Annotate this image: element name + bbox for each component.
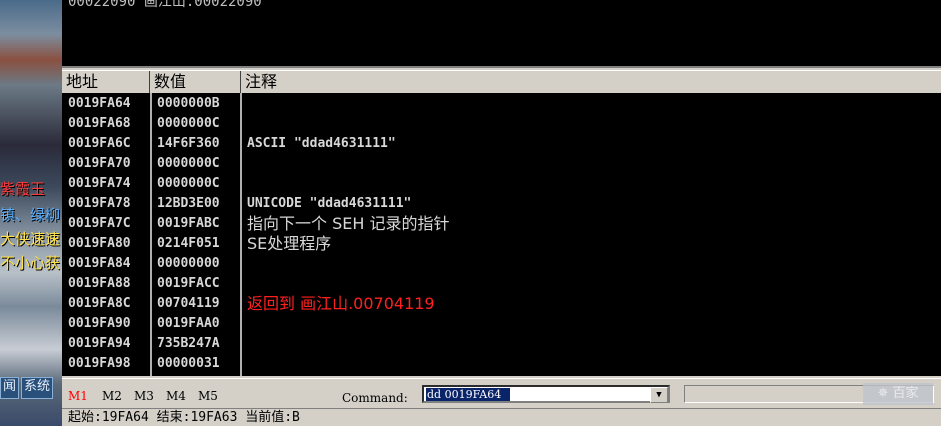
- stack-value: 00704119: [157, 296, 220, 311]
- stack-row[interactable]: 0019FA68 0000000C: [62, 114, 941, 134]
- stack-scrollbar[interactable]: [929, 93, 941, 376]
- stack-comment-return: 返回到 画江山.00704119: [247, 294, 435, 313]
- stack-comment: SE处理程序: [247, 234, 332, 253]
- stack-address: 0019FA80: [68, 236, 131, 251]
- info-pane: 00022090 画江山.00022090: [62, 0, 941, 68]
- command-bar: M1 M2 M3 M4 M5 Command: ▼ ✵ 百家: [62, 378, 941, 409]
- stack-row[interactable]: 0019FA6C 14F6F360 ASCII "ddad4631111": [62, 134, 941, 154]
- stack-address: 0019FA74: [68, 176, 131, 191]
- brand-logo: ✵ 百家: [863, 383, 933, 405]
- stack-address: 0019FA70: [68, 156, 131, 171]
- stack-row[interactable]: 0019FA78 12BD3E00 UNICODE "ddad4631111": [62, 194, 941, 214]
- stack-row[interactable]: 0019FA8C 00704119 返回到 画江山.00704119: [62, 294, 941, 314]
- stack-value: 0000000B: [157, 96, 220, 111]
- stack-value: 00000031: [157, 356, 220, 371]
- game-window-strip: 紫霞玉 镇、绿柳 大侠速速 不小心获 闻 系统: [0, 0, 62, 426]
- stack-value: 00000000: [157, 256, 220, 271]
- command-combobox[interactable]: [422, 385, 670, 403]
- stack-value: 0019FAA0: [157, 316, 220, 331]
- chevron-down-icon[interactable]: ▼: [650, 387, 668, 403]
- stack-value: 0000000C: [157, 116, 220, 131]
- game-tab-news[interactable]: 闻: [0, 377, 20, 399]
- stack-row[interactable]: 0019FA84 00000000: [62, 254, 941, 274]
- status-bar: 起始:19FA64 结束:19FA63 当前值:B: [62, 408, 941, 426]
- stack-row[interactable]: 0019FA90 0019FAA0: [62, 314, 941, 334]
- stack-address: 0019FA90: [68, 316, 131, 331]
- stack-row[interactable]: 0019FA80 0214F051 SE处理程序: [62, 234, 941, 254]
- marker-m2-button[interactable]: M2: [102, 389, 122, 403]
- stack-row[interactable]: 0019FA70 0000000C: [62, 154, 941, 174]
- stack-comment: UNICODE "ddad4631111": [247, 196, 412, 211]
- stack-row[interactable]: 0019FA7C 0019FABC 指向下一个 SEH 记录的指针: [62, 214, 941, 234]
- stack-address: 0019FA68: [68, 116, 131, 131]
- stack-address: 0019FA94: [68, 336, 131, 351]
- info-pane-text: 00022090 画江山.00022090: [68, 0, 262, 10]
- stack-value: 0214F051: [157, 236, 220, 251]
- game-chat-line: 不小心获: [0, 254, 61, 272]
- stack-comment: 指向下一个 SEH 记录的指针: [247, 214, 450, 233]
- marker-m3-button[interactable]: M3: [134, 389, 154, 403]
- stack-value: 0019FACC: [157, 276, 220, 291]
- game-tabs: 闻 系统: [0, 377, 54, 399]
- stack-value: 12BD3E00: [157, 196, 220, 211]
- stack-value: 0000000C: [157, 176, 220, 191]
- stack-row[interactable]: 0019FA94 735B247A: [62, 334, 941, 354]
- stack-row[interactable]: 0019FA88 0019FACC: [62, 274, 941, 294]
- game-chat-line: 紫霞玉: [0, 180, 46, 198]
- stack-row[interactable]: 0019FA74 0000000C: [62, 174, 941, 194]
- column-header-value[interactable]: 数值: [150, 71, 241, 93]
- stack-value: 0019FABC: [157, 216, 220, 231]
- column-header-comment[interactable]: 注释: [241, 71, 941, 93]
- stack-address: 0019FA84: [68, 256, 131, 271]
- game-tab-system[interactable]: 系统: [21, 377, 54, 399]
- command-input[interactable]: [426, 388, 510, 401]
- column-header-address[interactable]: 地址: [62, 71, 150, 93]
- stack-value: 735B247A: [157, 336, 220, 351]
- stack-header: 地址 数值 注释: [62, 70, 941, 94]
- game-chat-line: 大侠速速: [0, 230, 61, 248]
- marker-m4-button[interactable]: M4: [166, 389, 186, 403]
- command-label: Command:: [342, 391, 408, 405]
- stack-address: 0019FA64: [68, 96, 131, 111]
- stack-address: 0019FA88: [68, 276, 131, 291]
- stack-address: 0019FA6C: [68, 136, 131, 151]
- marker-m1-button[interactable]: M1: [68, 389, 88, 403]
- game-chat-line: 镇、绿柳: [0, 206, 61, 224]
- marker-m5-button[interactable]: M5: [198, 389, 218, 403]
- stack-address: 0019FA8C: [68, 296, 131, 311]
- stack-view[interactable]: 0019FA64 0000000B 0019FA68 0000000C 0019…: [62, 93, 941, 376]
- stack-address: 0019FA7C: [68, 216, 131, 231]
- stack-row[interactable]: 0019FA98 00000031: [62, 354, 941, 374]
- stack-row[interactable]: 0019FA64 0000000B: [62, 94, 941, 114]
- stack-address: 0019FA78: [68, 196, 131, 211]
- stack-value: 14F6F360: [157, 136, 220, 151]
- stack-value: 0000000C: [157, 156, 220, 171]
- stack-address: 0019FA98: [68, 356, 131, 371]
- stack-comment: ASCII "ddad4631111": [247, 136, 396, 151]
